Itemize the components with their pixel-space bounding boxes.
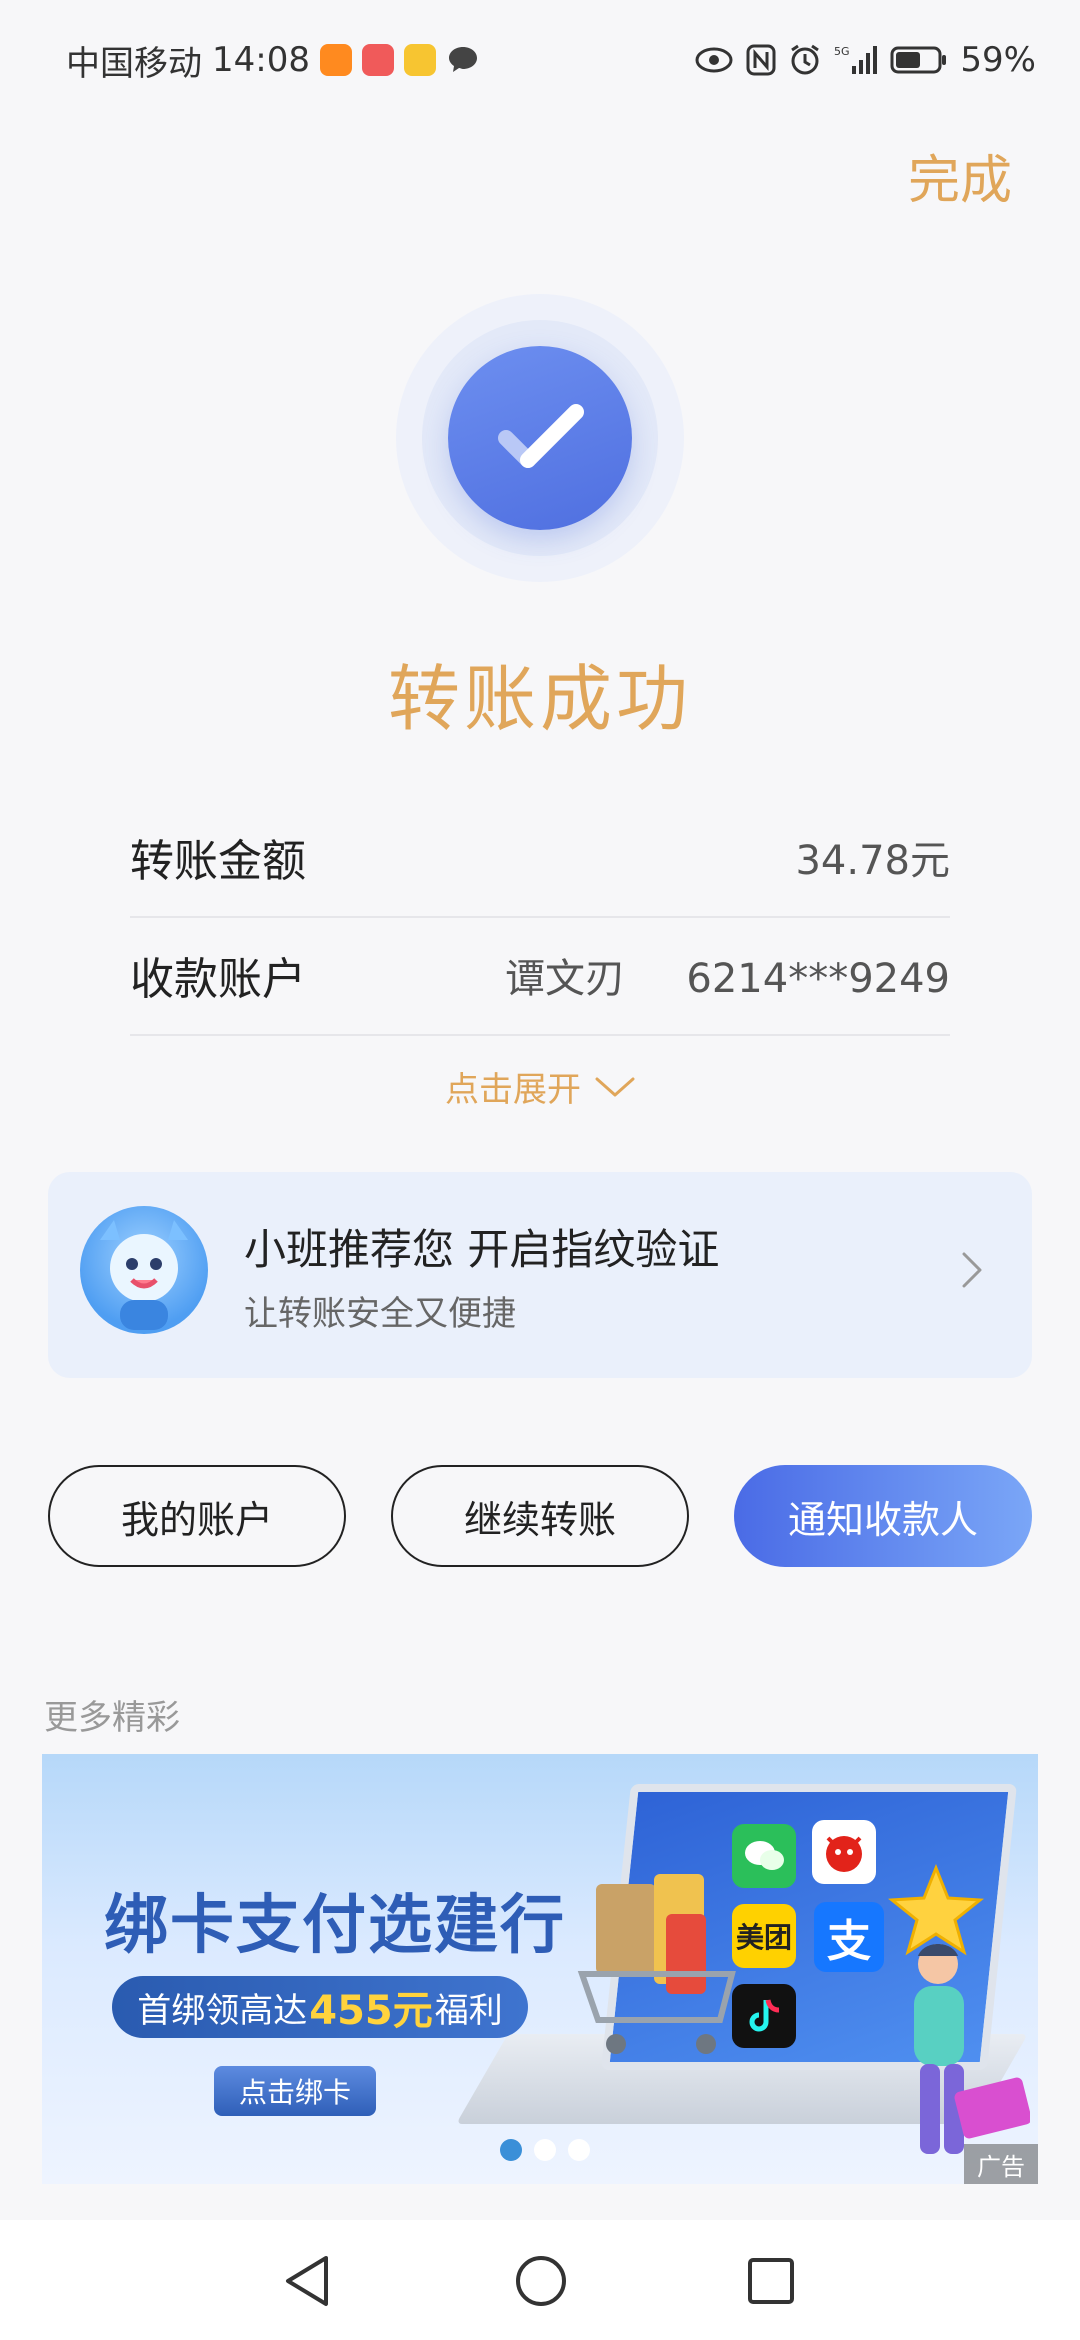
carousel-dot[interactable]	[500, 2139, 522, 2161]
jd-app-icon	[812, 1820, 876, 1884]
taobao-icon	[319, 44, 352, 76]
carousel-dots	[500, 2139, 590, 2161]
success-check-icon	[448, 346, 632, 530]
ad-tag: 广告	[964, 2144, 1038, 2184]
system-nav-bar	[0, 2220, 1080, 2340]
alarm-icon	[788, 43, 822, 77]
notify-payee-button[interactable]: 通知收款人	[734, 1465, 1032, 1567]
payee-account: 6214***9249	[686, 956, 950, 1002]
book-icon	[361, 44, 394, 76]
banner-offer-amount: 455元	[309, 1988, 433, 2034]
status-bar: 中国移动 14:08 5G 59%	[0, 0, 1080, 120]
nfc-icon	[746, 44, 776, 76]
carousel-dot[interactable]	[534, 2139, 556, 2161]
nav-back-icon[interactable]	[282, 2254, 334, 2312]
chevron-down-icon	[595, 1067, 635, 1107]
my-account-button[interactable]: 我的账户	[48, 1465, 346, 1567]
shopping-cart-icon	[576, 1874, 746, 2068]
payee-label: 收款账户	[130, 954, 306, 1005]
nav-recents-icon[interactable]	[746, 2256, 796, 2310]
carousel-dot[interactable]	[568, 2139, 590, 2161]
chevron-right-icon	[960, 1250, 984, 1294]
payee-row: 收款账户 谭文刃 6214***9249	[130, 916, 950, 1036]
continue-transfer-button[interactable]: 继续转账	[391, 1465, 689, 1567]
mascot-avatar	[80, 1206, 208, 1334]
qimao-icon	[403, 44, 436, 76]
battery-percent: 59%	[960, 40, 1036, 80]
more-section-title: 更多精彩	[44, 1698, 180, 1738]
eye-icon	[694, 46, 734, 74]
payee-name: 谭文刃	[504, 956, 625, 1002]
signal-icon: 5G	[834, 44, 878, 76]
expand-toggle[interactable]: 点击展开	[0, 1062, 1080, 1111]
battery-icon	[890, 45, 948, 75]
banner-headline: 绑卡支付选建行	[104, 1889, 566, 1963]
result-title: 转账成功	[387, 657, 692, 741]
recommend-subtitle: 让转账安全又便捷	[244, 1294, 516, 1334]
alipay-app-icon: 支	[814, 1902, 884, 1972]
amount-label: 转账金额	[130, 836, 306, 887]
recommend-title: 小班推荐您 开启指纹验证	[244, 1225, 720, 1274]
status-left: 中国移动 14:08	[66, 36, 480, 84]
clock-label: 14:08	[212, 40, 310, 80]
status-right: 5G 59%	[694, 36, 1036, 84]
payee-value: 谭文刃 6214***9249	[505, 946, 950, 1004]
amount-value: 34.78元	[795, 838, 950, 884]
done-button[interactable]: 完成	[908, 138, 1012, 213]
chat-bubble-icon	[446, 44, 480, 76]
carrier-label: 中国移动	[66, 43, 202, 84]
bind-card-button[interactable]: 点击绑卡	[214, 2066, 376, 2116]
ad-banner[interactable]: 绑卡支付选建行 首绑领高达 455元 福利 点击绑卡 美团 支 广告	[42, 1754, 1038, 2184]
nav-home-icon[interactable]	[514, 2254, 568, 2312]
banner-offer-prefix: 首绑领高达	[137, 1990, 308, 2031]
expand-label: 点击展开	[445, 1070, 581, 1110]
banner-offer-suffix: 福利	[434, 1990, 503, 2031]
banner-offer: 首绑领高达 455元 福利	[112, 1976, 528, 2038]
amount-row: 转账金额 34.78元	[130, 798, 950, 918]
person-with-card-illustration	[880, 1934, 1032, 2178]
svg-text:5G: 5G	[834, 45, 850, 58]
